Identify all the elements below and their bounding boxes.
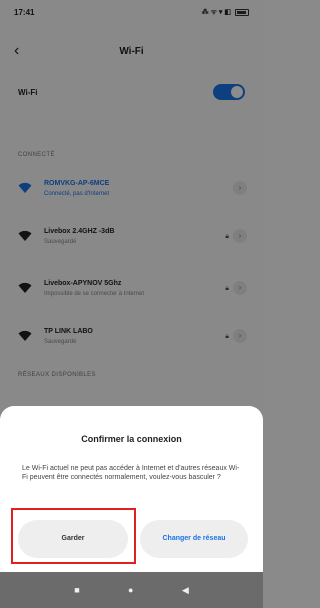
home-icon[interactable]: ●: [128, 585, 133, 595]
navigation-bar: ■ ● ◀: [0, 572, 263, 608]
dialog-title: Confirmer la connexion: [81, 434, 182, 444]
dialog-message: Le Wi-Fi actuel ne peut pas accéder à In…: [22, 465, 240, 481]
recent-apps-icon[interactable]: ■: [74, 585, 79, 595]
back-icon[interactable]: ◀: [182, 585, 189, 596]
highlight-box: [11, 508, 136, 564]
change-network-button[interactable]: Changer de réseau: [140, 520, 248, 558]
